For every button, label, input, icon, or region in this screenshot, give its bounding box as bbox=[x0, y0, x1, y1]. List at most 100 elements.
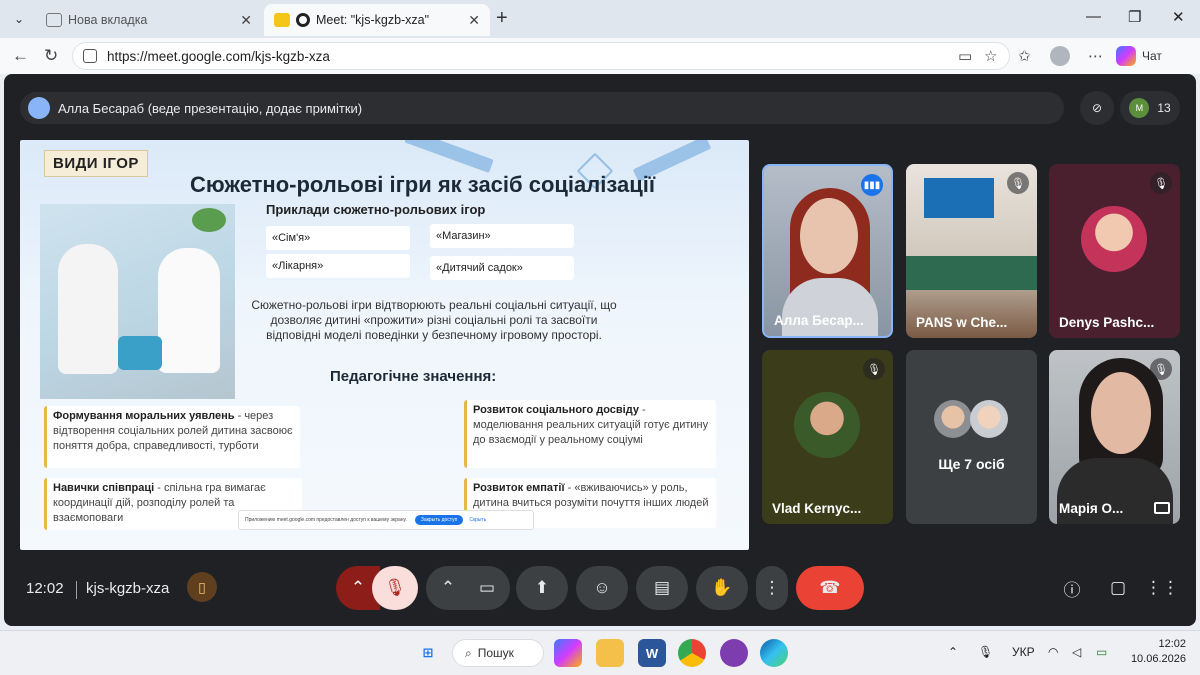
mic-off-icon: 🎙 bbox=[1150, 172, 1172, 194]
copilot-icon bbox=[1116, 46, 1136, 66]
participant-name: Vlad Kernyc... bbox=[772, 501, 862, 516]
more-participants-tile[interactable]: Ще 7 осіб bbox=[906, 350, 1037, 524]
camera-in-use-icon[interactable]: ▭ bbox=[958, 47, 972, 65]
video-feed bbox=[924, 178, 994, 218]
tab-meet[interactable]: Meet: "kjs-kgzb-xza" ✕ bbox=[264, 4, 490, 36]
participant-avatar bbox=[934, 400, 972, 438]
participant-tile[interactable]: 🎙 PANS w Che... bbox=[906, 164, 1037, 338]
participant-tile[interactable]: ▮▮▮ Алла Бесар... bbox=[762, 164, 893, 338]
participant-avatar bbox=[794, 392, 860, 458]
minimize-icon[interactable]: — bbox=[1086, 8, 1101, 25]
hide-pinned-icon[interactable]: ⊘ bbox=[1080, 91, 1114, 125]
chrome-app-icon[interactable] bbox=[678, 639, 706, 667]
slide-tag: ВИДИ ІГОР bbox=[44, 150, 148, 177]
taskbar-search[interactable]: ⌕ Пошук bbox=[452, 639, 544, 667]
back-icon[interactable]: ← bbox=[12, 46, 29, 66]
address-bar-row: ← ↻ https://meet.google.com/kjs-kgzb-xza… bbox=[0, 38, 1200, 74]
battery-icon[interactable]: ▭ bbox=[1096, 645, 1107, 659]
close-tab-icon[interactable]: ✕ bbox=[240, 12, 252, 29]
participant-tile[interactable]: 🎙 Vlad Kernyc... bbox=[762, 350, 893, 524]
participant-name: PANS w Che... bbox=[916, 315, 1008, 330]
copilot-chat-button[interactable]: Чат bbox=[1116, 44, 1162, 68]
language-indicator[interactable]: УКР bbox=[1012, 645, 1035, 659]
search-label: Пошук bbox=[477, 646, 514, 660]
meeting-clock: 12:02 bbox=[26, 580, 64, 597]
system-clock[interactable]: 12:02 10.06.2026 bbox=[1131, 637, 1186, 667]
site-info-icon[interactable] bbox=[83, 49, 97, 63]
microphone-toggle-button[interactable]: 🎙 bbox=[372, 566, 418, 610]
presentation-slide: ВИДИ ІГОР Сюжетно-рольові ігри як засіб … bbox=[20, 140, 749, 550]
kids-playing-doctor-photo bbox=[40, 204, 235, 399]
participants-button[interactable]: M 13 bbox=[1120, 91, 1180, 125]
divider bbox=[76, 581, 77, 599]
pip-icon[interactable] bbox=[1154, 502, 1170, 514]
search-icon: ⌕ bbox=[465, 645, 472, 660]
favorites-icon[interactable]: ✩ bbox=[1018, 47, 1031, 65]
value-card: Формування моральних уявлень - через від… bbox=[44, 406, 300, 468]
favorite-star-icon[interactable]: ☆ bbox=[984, 47, 997, 65]
presenter-bar: Алла Бесараб (веде презентацію, додає пр… bbox=[20, 92, 1064, 124]
close-window-icon[interactable]: ✕ bbox=[1172, 8, 1185, 26]
video-feed bbox=[1091, 372, 1151, 454]
host-controls-icon[interactable]: ▯ bbox=[187, 572, 217, 602]
card-bold: Формування моральних уявлень bbox=[53, 410, 235, 422]
hide-button[interactable]: Скрыть bbox=[469, 517, 486, 523]
chat-icon[interactable]: ▢ bbox=[1106, 576, 1130, 600]
clock-time: 12:02 bbox=[1158, 638, 1186, 650]
close-tab-icon[interactable]: ✕ bbox=[468, 12, 480, 29]
photo-child-right bbox=[158, 248, 220, 373]
more-options-button[interactable]: ⋮ bbox=[756, 566, 788, 610]
reactions-button[interactable]: ☺ bbox=[576, 566, 628, 610]
more-participants-label: Ще 7 осіб bbox=[938, 456, 1005, 472]
captions-button[interactable]: ▤ bbox=[636, 566, 688, 610]
stop-sharing-button[interactable]: Закрыть доступ bbox=[414, 515, 464, 525]
microphone-tray-icon[interactable]: 🎙 bbox=[978, 645, 993, 659]
new-tab-icon bbox=[46, 13, 62, 27]
section-heading: Педагогічне значення: bbox=[330, 368, 497, 385]
raise-hand-button[interactable]: ✋ bbox=[696, 566, 748, 610]
meeting-code: kjs-kgzb-xza bbox=[86, 580, 170, 597]
meeting-details-icon[interactable]: ⓘ bbox=[1060, 576, 1084, 600]
show-hidden-icons[interactable]: ⌃ bbox=[948, 645, 958, 659]
url-field[interactable]: https://meet.google.com/kjs-kgzb-xza bbox=[72, 42, 1010, 70]
profile-avatar[interactable] bbox=[1050, 46, 1070, 66]
reload-icon[interactable]: ↻ bbox=[44, 46, 58, 66]
present-screen-button[interactable]: ⬆ bbox=[516, 566, 568, 610]
participant-avatar bbox=[970, 400, 1008, 438]
examples-heading: Приклади сюжетно-рольових ігор bbox=[266, 202, 486, 217]
copilot-app-icon[interactable] bbox=[554, 639, 582, 667]
clock-date: 10.06.2026 bbox=[1130, 653, 1186, 665]
participant-tile[interactable]: 🎙 Марія О... bbox=[1049, 350, 1180, 524]
volume-icon[interactable]: ◁ bbox=[1072, 645, 1081, 659]
presenter-avatar bbox=[28, 97, 50, 119]
decor-pencil bbox=[404, 140, 494, 173]
taskbar: ⊞ ⌕ Пошук W ⌃ 🎙 УКР ◠ ◁ ▭ 12:02 10.06.20… bbox=[0, 630, 1200, 675]
leave-call-button[interactable]: ☎ bbox=[796, 566, 864, 610]
example-chip: «Сім'я» bbox=[266, 226, 410, 250]
activities-icon[interactable]: ⋮⋮ bbox=[1145, 576, 1179, 600]
slide-title: Сюжетно-рольові ігри як засіб соціалізац… bbox=[190, 172, 656, 197]
new-tab-button[interactable]: + bbox=[496, 8, 508, 28]
participant-avatar bbox=[1081, 206, 1147, 272]
viber-app-icon[interactable] bbox=[720, 639, 748, 667]
mic-off-icon: 🎙 bbox=[863, 358, 885, 380]
value-card: Розвиток соціального досвіду - моделюван… bbox=[464, 400, 716, 468]
word-app-icon[interactable]: W bbox=[638, 639, 666, 667]
screen-share-permission-bar: Приложению meet.google.com предоставлен … bbox=[238, 510, 534, 530]
start-button[interactable]: ⊞ bbox=[414, 639, 442, 667]
video-feed bbox=[800, 198, 858, 274]
file-explorer-icon[interactable] bbox=[596, 639, 624, 667]
copilot-label: Чат bbox=[1142, 49, 1162, 63]
restore-icon[interactable]: ❐ bbox=[1128, 8, 1141, 26]
participant-name: Denys Pashc... bbox=[1059, 315, 1155, 330]
camera-toggle-button[interactable]: ▭ bbox=[464, 566, 510, 610]
more-menu-icon[interactable]: ⋯ bbox=[1088, 47, 1103, 65]
record-icon bbox=[296, 13, 310, 27]
video-feed bbox=[906, 256, 1037, 290]
wifi-icon[interactable]: ◠ bbox=[1048, 645, 1058, 659]
edge-app-icon[interactable] bbox=[760, 639, 788, 667]
participant-tile[interactable]: 🎙 Denys Pashc... bbox=[1049, 164, 1180, 338]
tab-new-tab[interactable]: Нова вкладка ✕ bbox=[36, 4, 262, 36]
tab-list-button[interactable]: ⌄ bbox=[6, 7, 32, 31]
screen-share-icon bbox=[274, 13, 290, 27]
